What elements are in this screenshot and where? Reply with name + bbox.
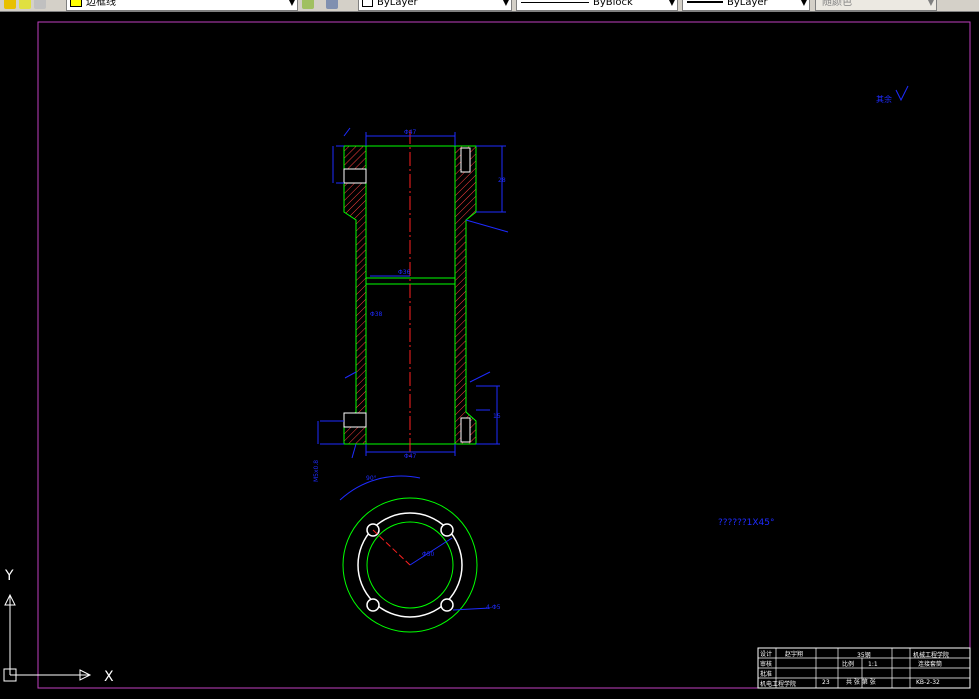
dim-pcd: Φ50: [422, 551, 435, 558]
dim-left-mid: Φ38: [370, 311, 383, 318]
dim-bore: Φ36: [398, 269, 411, 276]
color-dropdown[interactable]: ByLayer ▼: [358, 0, 512, 11]
linetype-value: ByBlock: [593, 0, 633, 8]
plotstyle-value: 随颜色: [822, 0, 852, 8]
layer-previous-icon[interactable]: [326, 0, 338, 9]
tb-scale-value: 1:1: [868, 661, 878, 668]
lineweight-preview: [687, 1, 723, 3]
plotstyle-dropdown[interactable]: 随颜色 ▼: [815, 0, 937, 11]
tb-drawing-no: KB-2-32: [916, 679, 940, 686]
left-bottom-hole: [343, 412, 367, 428]
dim-arc: 90°: [366, 475, 377, 482]
left-top-hole: [343, 168, 367, 184]
section-dimension-text: Φ47 Φ47 Φ36 Φ38 28 15 M5x0.8: [313, 129, 506, 482]
tb-design-name: 赵宇翔: [785, 650, 803, 658]
color-swatch: [362, 0, 373, 7]
ucs-y-label: Y: [4, 568, 14, 584]
tb-material: 35钢: [857, 651, 871, 659]
right-wall-section: [454, 145, 477, 445]
drawing-canvas[interactable]: Φ47 Φ47 Φ36 Φ38 28 15 M5x0.8 90° Φ50 4-Φ…: [0, 12, 979, 699]
right-top-hole: [460, 147, 471, 173]
tb-design-label: 设计: [760, 650, 772, 658]
right-bottom-hole: [460, 417, 471, 443]
notes: 其余 ??????1X45°: [718, 85, 909, 528]
ucs-x-label: X: [104, 669, 114, 685]
bolt-hole-bottom-left: [366, 598, 380, 612]
layer-color-swatch: [70, 0, 82, 7]
hole-leader: [452, 607, 491, 611]
ucs-icon: [3, 593, 92, 682]
dim-bottom-width: Φ47: [404, 453, 417, 460]
layer-state-icon[interactable]: [4, 0, 16, 9]
lineweight-value: ByLayer: [727, 0, 768, 8]
freeze-icon[interactable]: [19, 0, 31, 9]
chamfer-note: ??????1X45°: [718, 518, 775, 528]
tb-check-label: 审核: [760, 660, 772, 668]
linetype-preview: [521, 1, 589, 3]
lock-icon[interactable]: [34, 0, 46, 9]
left-wall-section: [343, 145, 367, 445]
end-view: [339, 475, 491, 633]
chevron-down-icon: ▼: [288, 0, 295, 7]
bolt-hole-bottom-right: [440, 598, 454, 612]
chevron-down-icon: ▼: [668, 0, 675, 7]
linetype-dropdown[interactable]: ByBlock ▼: [516, 0, 678, 11]
tb-count: 23: [822, 679, 830, 686]
tb-school: 机械工程学院: [913, 651, 949, 659]
properties-toolbar: 边框线 ▼ ByLayer ▼ ByBlock ▼ ByLayer ▼ 随颜色 …: [0, 0, 979, 12]
chevron-down-icon: ▼: [502, 0, 509, 7]
make-current-layer-icon[interactable]: [302, 0, 314, 9]
dim-hole: 4-Φ5: [486, 604, 501, 611]
lineweight-dropdown[interactable]: ByLayer ▼: [682, 0, 810, 11]
chevron-down-icon: ▼: [927, 0, 934, 7]
tb-part-name: 连接套筒: [918, 660, 942, 668]
drawing-border: [37, 21, 971, 689]
tb-sheet-label: 共 张 第 张: [846, 678, 876, 686]
tb-course-label: 机电工程学院: [760, 680, 796, 688]
dim-thread: M5x0.8: [313, 460, 320, 482]
dim-lower-flange: 15: [493, 413, 501, 420]
dim-flange-height: 28: [498, 177, 506, 184]
roughness-note: 其余: [876, 94, 892, 104]
title-block: 设计 赵宇翔 审核 批准 35钢 机械工程学院 比例 1:1 连接套筒 机电工程…: [757, 647, 971, 689]
roughness-symbol-icon: [895, 85, 909, 102]
tb-scale-label: 比例: [842, 660, 854, 668]
layer-name: 边框线: [86, 0, 116, 8]
bolt-hole-top-right: [440, 523, 454, 537]
dim-top-width: Φ47: [404, 129, 417, 136]
tb-approve-label: 批准: [760, 670, 772, 678]
chevron-down-icon: ▼: [800, 0, 807, 7]
section-view: [343, 130, 477, 460]
layer-dropdown[interactable]: 边框线 ▼: [66, 0, 298, 11]
arc-dimension: [339, 475, 421, 501]
color-value: ByLayer: [377, 0, 418, 8]
